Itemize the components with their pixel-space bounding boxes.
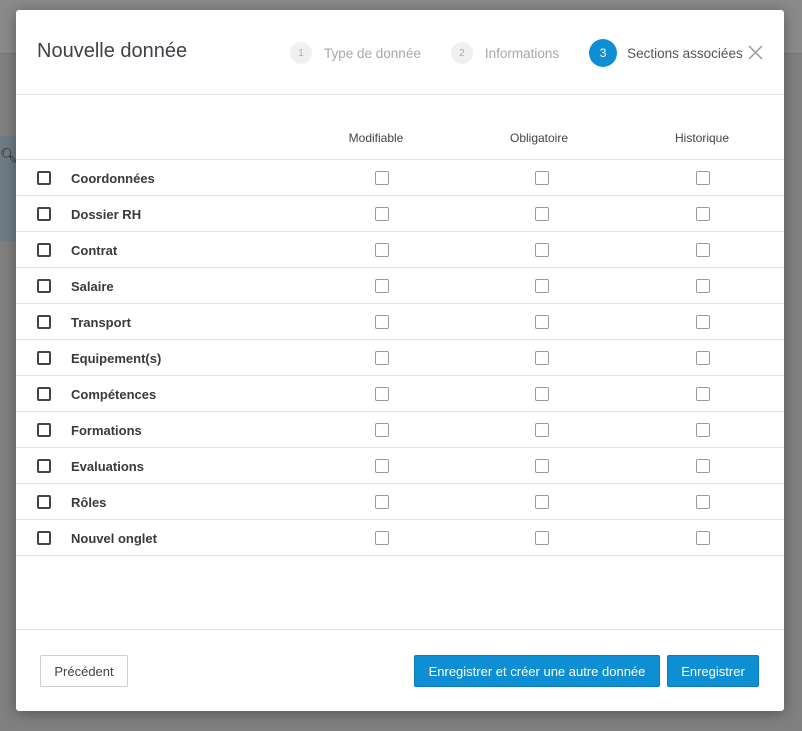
obligatoire-checkbox[interactable] [535,315,549,329]
modifiable-checkbox[interactable] [375,387,389,401]
modifiable-checkbox[interactable] [375,279,389,293]
step-label: Sections associées [627,45,743,61]
save-and-create-another-button[interactable]: Enregistrer et créer une autre donnée [414,655,660,687]
table-row: Salaire [16,268,784,304]
new-data-modal: Nouvelle donnée 1 Type de donnée 2 Infor… [16,10,784,711]
step-number: 3 [589,39,618,67]
modifiable-checkbox[interactable] [375,423,389,437]
table-row: Formations [16,412,784,448]
close-icon[interactable] [748,45,763,60]
row-label: Formations [71,423,142,438]
obligatoire-checkbox[interactable] [535,279,549,293]
historique-checkbox[interactable] [696,243,710,257]
column-historique: Historique [674,131,730,145]
step-label: Informations [484,45,560,61]
historique-checkbox[interactable] [696,459,710,473]
table-row: Nouvel onglet [16,520,784,556]
row-label: Contrat [71,243,118,258]
row-select-checkbox[interactable] [37,387,51,401]
row-label: Salaire [71,279,114,294]
modifiable-checkbox[interactable] [375,315,389,329]
row-select-checkbox[interactable] [37,171,51,185]
row-label: Compétences [71,387,157,402]
obligatoire-checkbox[interactable] [535,243,549,257]
table-row: Rôles [16,484,784,520]
modifiable-checkbox[interactable] [375,531,389,545]
table-row: Dossier RH [16,196,784,232]
historique-checkbox[interactable] [696,351,710,365]
save-button[interactable]: Enregistrer [667,655,759,687]
column-modifiable: Modifiable [348,131,404,145]
row-select-checkbox[interactable] [37,495,51,509]
obligatoire-checkbox[interactable] [535,495,549,509]
modal-header: Nouvelle donnée 1 Type de donnée 2 Infor… [16,10,784,95]
previous-button[interactable]: Précédent [40,655,128,687]
modal-title: Nouvelle donnée [37,40,188,62]
step-sections-associees[interactable]: 3 Sections associées [589,39,743,67]
row-label: Rôles [71,495,107,510]
row-label: Evaluations [71,459,144,474]
step-number: 2 [450,42,473,64]
obligatoire-checkbox[interactable] [535,531,549,545]
obligatoire-checkbox[interactable] [535,459,549,473]
step-informations[interactable]: 2 Informations [450,42,560,64]
obligatoire-checkbox[interactable] [535,171,549,185]
row-select-checkbox[interactable] [37,531,51,545]
historique-checkbox[interactable] [696,279,710,293]
historique-checkbox[interactable] [696,171,710,185]
table-row: Compétences [16,376,784,412]
row-select-checkbox[interactable] [37,315,51,329]
table-row: Coordonnées [16,160,784,196]
modal-footer: Précédent Enregistrer et créer une autre… [16,629,784,711]
column-obligatoire: Obligatoire [509,131,569,145]
row-select-checkbox[interactable] [37,243,51,257]
historique-checkbox[interactable] [696,387,710,401]
step-number: 1 [290,42,312,64]
modifiable-checkbox[interactable] [375,243,389,257]
table-row: Equipement(s) [16,340,784,376]
modifiable-checkbox[interactable] [375,495,389,509]
obligatoire-checkbox[interactable] [535,423,549,437]
modifiable-checkbox[interactable] [375,207,389,221]
row-select-checkbox[interactable] [37,351,51,365]
historique-checkbox[interactable] [696,315,710,329]
row-label: Transport [71,315,131,330]
table-row: Transport [16,304,784,340]
row-select-checkbox[interactable] [37,423,51,437]
obligatoire-checkbox[interactable] [535,351,549,365]
modifiable-checkbox[interactable] [375,171,389,185]
obligatoire-checkbox[interactable] [535,387,549,401]
historique-checkbox[interactable] [696,423,710,437]
row-select-checkbox[interactable] [37,279,51,293]
row-select-checkbox[interactable] [37,207,51,221]
step-label: Type de donnée [324,45,421,61]
row-select-checkbox[interactable] [37,459,51,473]
modifiable-checkbox[interactable] [375,351,389,365]
table-row: Evaluations [16,448,784,484]
row-label: Dossier RH [71,207,142,222]
stepper: 1 Type de donnée 2 Informations 3 Sectio… [290,39,743,67]
table-row: Contrat [16,232,784,268]
historique-checkbox[interactable] [696,495,710,509]
table-header: Modifiable Obligatoire Historique [16,125,784,160]
historique-checkbox[interactable] [696,207,710,221]
step-type-de-donnee[interactable]: 1 Type de donnée [290,42,421,64]
obligatoire-checkbox[interactable] [535,207,549,221]
historique-checkbox[interactable] [696,531,710,545]
row-label: Nouvel onglet [71,531,157,546]
row-label: Coordonnées [71,171,155,186]
sections-table: Coordonnées Dossier RH Contrat Salaire Trans… [16,160,784,556]
modifiable-checkbox[interactable] [375,459,389,473]
row-label: Equipement(s) [71,351,162,366]
